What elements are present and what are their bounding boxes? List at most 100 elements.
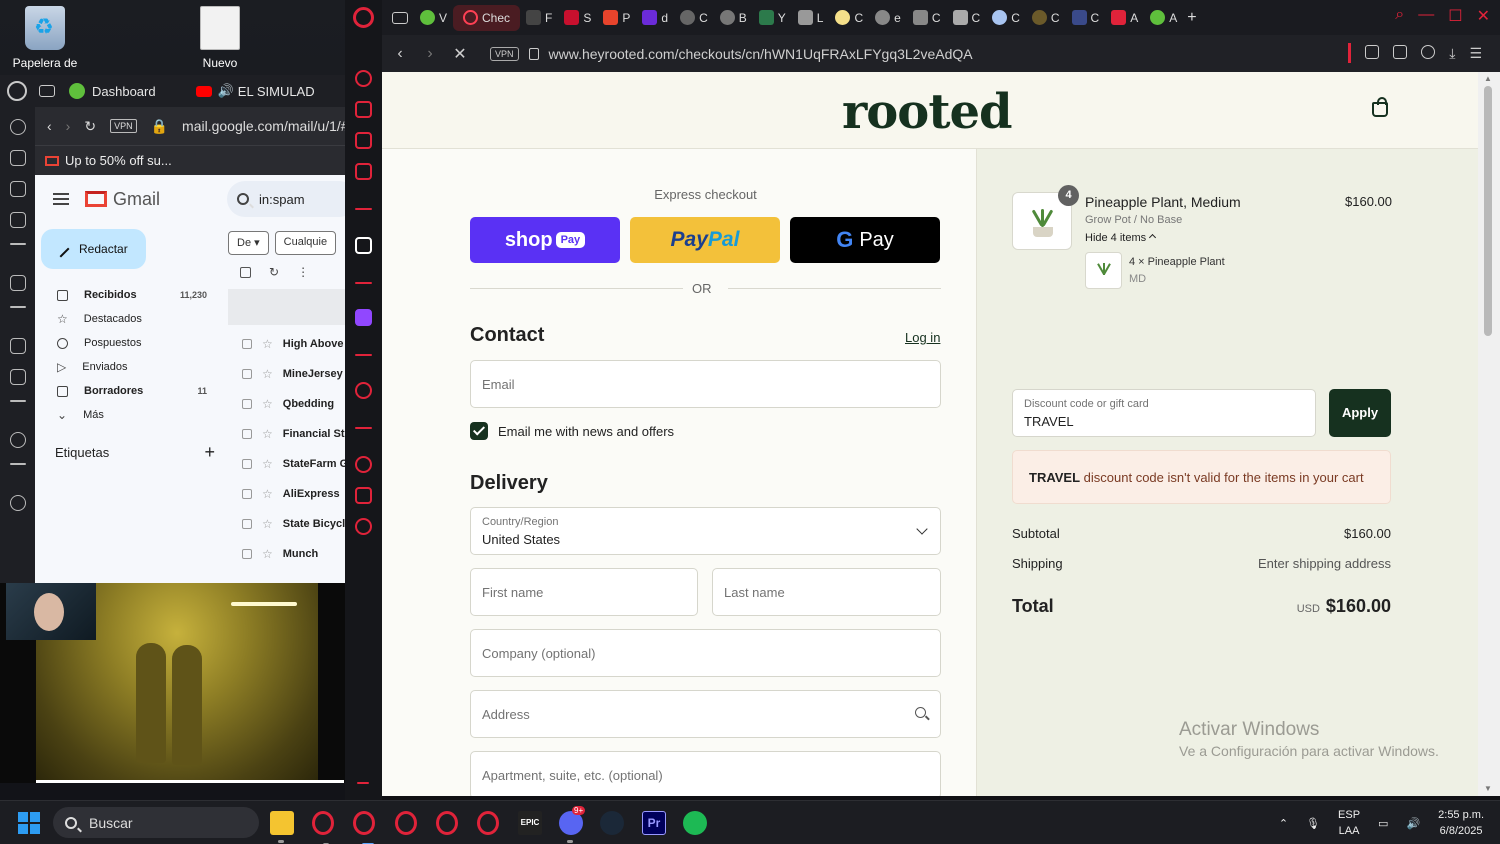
country-select[interactable]: Country/Region United States bbox=[470, 507, 941, 555]
hide-items-toggle[interactable]: Hide 4 items bbox=[1085, 232, 1157, 244]
file-explorer-icon[interactable] bbox=[270, 811, 294, 843]
paypal-button[interactable]: Pay Pal bbox=[630, 217, 780, 263]
scrollbar-thumb[interactable] bbox=[1484, 86, 1492, 336]
nav-item-destacados[interactable]: ☆ Destacados bbox=[35, 307, 225, 331]
tab[interactable]: B bbox=[714, 5, 753, 31]
m-app-icon[interactable] bbox=[355, 163, 372, 180]
microphone-icon[interactable]: 🎙 bbox=[1306, 817, 1320, 830]
tab[interactable]: C bbox=[674, 5, 714, 31]
lock-icon[interactable] bbox=[528, 47, 539, 60]
google-pay-button[interactable]: G Pay bbox=[790, 217, 940, 263]
twitch-icon[interactable] bbox=[9, 338, 26, 354]
reload-icon[interactable]: ↻ bbox=[84, 118, 96, 135]
list-item[interactable]: ☆ High Above bbox=[228, 329, 345, 359]
tab-checkout-active[interactable]: Chec bbox=[453, 4, 521, 31]
row-checkbox[interactable] bbox=[242, 399, 252, 409]
opera-gx-active-icon[interactable] bbox=[353, 811, 375, 844]
network-icon[interactable]: ▭ bbox=[1378, 817, 1388, 830]
pattern-icon[interactable] bbox=[9, 181, 26, 197]
tab[interactable]: C bbox=[907, 5, 947, 31]
tab-el-simulad[interactable]: EL SIMULAD bbox=[238, 84, 315, 99]
list-item[interactable]: ☆ State Bicycl bbox=[228, 509, 345, 539]
forward-icon[interactable]: › bbox=[418, 45, 442, 63]
scroll-up-icon[interactable]: ▲ bbox=[1484, 74, 1492, 83]
nav-item-mas[interactable]: ⌄ Más bbox=[35, 403, 225, 427]
spotify-icon[interactable] bbox=[683, 811, 707, 835]
tab[interactable]: C bbox=[986, 5, 1026, 31]
login-link[interactable]: Log in bbox=[905, 330, 940, 345]
add-label-icon[interactable]: + bbox=[204, 443, 215, 461]
volume-icon[interactable]: 🔊 bbox=[1406, 817, 1420, 830]
scroll-down-icon[interactable]: ▼ bbox=[1484, 784, 1492, 793]
epic-games-icon[interactable]: EPIC bbox=[518, 811, 542, 835]
discount-field[interactable]: Discount code or gift card TRAVEL bbox=[1012, 389, 1316, 437]
star-icon[interactable]: ☆ bbox=[262, 457, 273, 471]
opera-gx-icon[interactable] bbox=[395, 811, 417, 835]
language-indicator[interactable]: ESP LAA bbox=[1338, 807, 1360, 839]
row-checkbox[interactable] bbox=[242, 489, 252, 499]
x-icon[interactable] bbox=[9, 369, 26, 385]
refresh-icon[interactable]: ↻ bbox=[269, 265, 279, 279]
recycle-bin-desktop-icon[interactable]: Papelera de bbox=[0, 6, 90, 70]
star-icon[interactable]: ☆ bbox=[262, 487, 273, 501]
steam-icon[interactable] bbox=[600, 811, 624, 835]
row-checkbox[interactable] bbox=[242, 429, 252, 439]
reader-icon[interactable] bbox=[1365, 45, 1380, 59]
forward-icon[interactable]: › bbox=[66, 118, 71, 134]
list-item[interactable]: ☆ StateFarm G bbox=[228, 449, 345, 479]
star-icon[interactable]: ☆ bbox=[262, 367, 273, 381]
tab[interactable]: A bbox=[1144, 5, 1183, 31]
row-checkbox[interactable] bbox=[242, 459, 252, 469]
gaming-icon[interactable] bbox=[355, 101, 372, 118]
last-name-field[interactable]: Last name bbox=[712, 568, 941, 616]
spotify-icon[interactable] bbox=[9, 432, 26, 448]
extensions-icon[interactable] bbox=[355, 487, 372, 504]
m-app-icon[interactable] bbox=[9, 212, 26, 228]
opera-gx-icon[interactable] bbox=[312, 811, 334, 844]
tab[interactable]: e bbox=[869, 5, 907, 31]
vpn-badge[interactable]: VPN bbox=[110, 119, 137, 133]
opera-gx-icon[interactable] bbox=[436, 811, 458, 835]
more-icon[interactable] bbox=[357, 782, 369, 784]
new-tab-button[interactable]: + bbox=[1187, 9, 1196, 27]
profile-icon[interactable] bbox=[1421, 45, 1436, 59]
start-button[interactable] bbox=[18, 812, 40, 834]
nav-item-borradores[interactable]: Borradores 11 bbox=[35, 379, 225, 403]
email-field[interactable]: Email bbox=[470, 360, 941, 408]
tab[interactable]: C bbox=[947, 5, 987, 31]
tab[interactable]: Y bbox=[753, 5, 792, 31]
gaming-icon[interactable] bbox=[9, 150, 26, 166]
pattern-icon[interactable] bbox=[355, 132, 372, 149]
new-document-desktop-icon[interactable]: Nuevo bbox=[175, 6, 265, 70]
filter-from[interactable]: De ▾ bbox=[228, 231, 269, 255]
tab-island-icon[interactable] bbox=[382, 5, 414, 31]
tab[interactable]: A bbox=[1105, 5, 1144, 31]
star-icon[interactable]: ☆ bbox=[262, 517, 273, 531]
star-icon[interactable]: ☆ bbox=[262, 337, 273, 351]
opera-logo-icon[interactable] bbox=[7, 81, 27, 101]
search-icon[interactable] bbox=[915, 707, 926, 718]
nav-item-pospuestos[interactable]: Pospuestos bbox=[35, 331, 225, 355]
tool-icon[interactable] bbox=[9, 275, 26, 291]
back-icon[interactable]: ‹ bbox=[47, 118, 52, 134]
newsletter-checkbox[interactable] bbox=[470, 422, 488, 440]
clock-icon[interactable] bbox=[9, 495, 26, 511]
history-icon[interactable] bbox=[9, 119, 26, 135]
tab[interactable]: S bbox=[558, 5, 597, 31]
stop-loading-icon[interactable]: ✕ bbox=[448, 44, 472, 64]
tab[interactable]: F bbox=[520, 5, 558, 31]
twitch-icon[interactable] bbox=[355, 309, 372, 326]
tab[interactable]: L bbox=[792, 5, 830, 31]
minimize-icon[interactable]: — bbox=[1418, 6, 1434, 26]
tab[interactable]: C bbox=[829, 5, 869, 31]
apply-button[interactable]: Apply bbox=[1329, 389, 1391, 437]
vpn-badge[interactable]: VPN bbox=[490, 46, 519, 61]
extensions-icon[interactable] bbox=[1393, 45, 1408, 59]
close-icon[interactable]: ✕ bbox=[1477, 6, 1490, 26]
gmail-search[interactable]: in:spam bbox=[227, 181, 345, 217]
nav-item-recibidos[interactable]: Recibidos 11,230 bbox=[35, 283, 225, 307]
nav-item-enviados[interactable]: ▷ Enviados bbox=[35, 355, 225, 379]
more-icon[interactable]: ⋮ bbox=[297, 265, 309, 279]
row-checkbox[interactable] bbox=[242, 339, 252, 349]
tab[interactable]: V bbox=[414, 5, 453, 31]
